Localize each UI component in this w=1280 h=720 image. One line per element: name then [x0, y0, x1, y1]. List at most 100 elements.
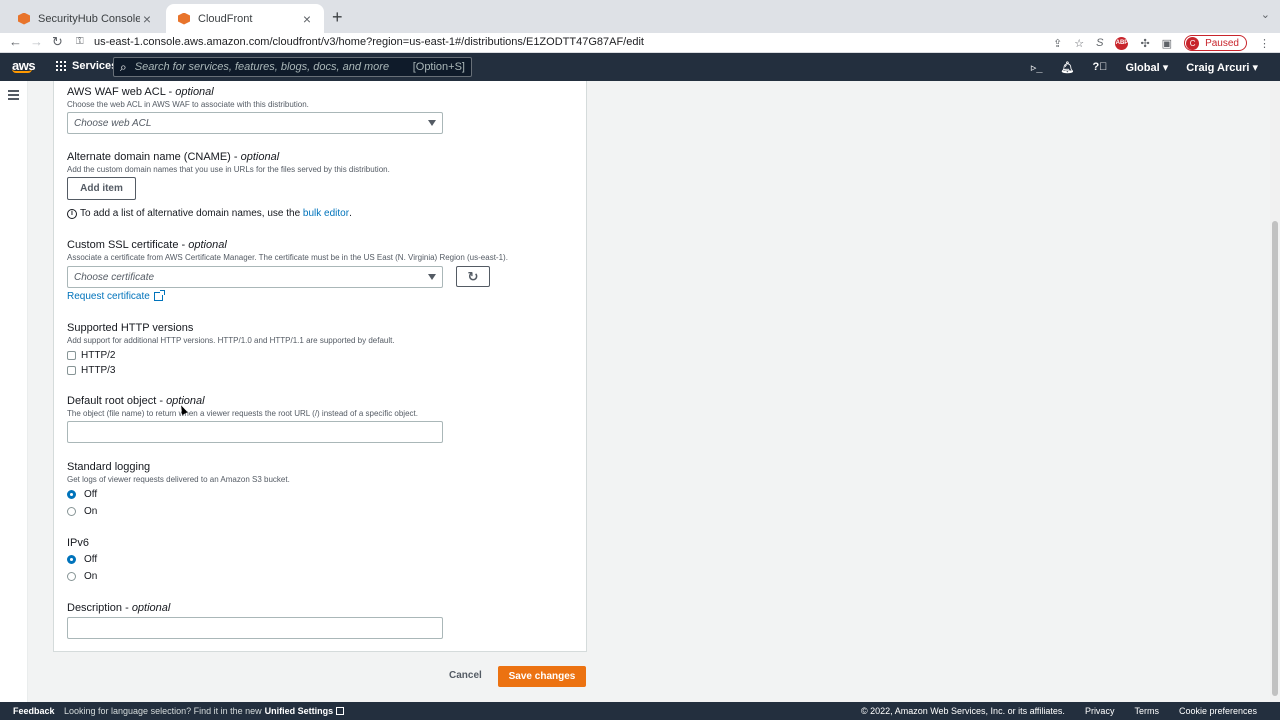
main-content [28, 81, 1270, 702]
scrollbar-thumb[interactable] [1272, 221, 1278, 696]
http3-checkbox-row[interactable]: HTTP/3 [67, 365, 115, 376]
logging-off-radio[interactable] [67, 490, 76, 499]
caret-down-icon [428, 120, 436, 126]
profile-button[interactable]: C Paused [1184, 35, 1247, 51]
waf-select-placeholder: Choose web ACL [74, 117, 152, 129]
logging-on-label: On [84, 506, 98, 517]
waf-description: Choose the web ACL in AWS WAF to associa… [67, 100, 309, 109]
page-scrollbar[interactable] [1270, 81, 1280, 702]
close-tab-icon[interactable]: × [140, 11, 154, 27]
header-right-controls: ▹_ 🔔︎ ?⃝ Global ▾ Craig Arcuri ▾ [1031, 53, 1258, 81]
ipv6-on-radio[interactable] [67, 572, 76, 581]
reload-icon[interactable]: ↻ [52, 34, 63, 50]
cancel-button[interactable]: Cancel [449, 670, 482, 681]
user-name: Craig Arcuri [1186, 61, 1250, 74]
logging-off-label: Off [84, 489, 98, 500]
http3-label: HTTP/3 [81, 365, 116, 376]
ipv6-off-label: Off [84, 554, 98, 565]
extension-s-icon[interactable]: S [1096, 37, 1103, 49]
aws-favicon-icon [178, 12, 190, 25]
help-icon[interactable]: ?⃝ [1092, 61, 1107, 73]
logging-on-radio[interactable] [67, 507, 76, 516]
ipv6-on-label: On [84, 571, 98, 582]
lock-icon[interactable]: ⚿ [76, 36, 84, 47]
cloudshell-icon[interactable]: ▹_ [1031, 61, 1043, 74]
root-object-description: The object (file name) to return when a … [67, 409, 418, 418]
browser-tab-cloudfront[interactable]: CloudFront × [166, 4, 324, 33]
external-link-icon [153, 290, 165, 301]
privacy-link[interactable]: Privacy [1085, 706, 1115, 716]
grid-icon [56, 61, 66, 71]
http3-checkbox[interactable] [67, 366, 76, 375]
logging-off-option[interactable]: Off [67, 489, 97, 500]
refresh-certificates-button[interactable]: ↻ [456, 266, 490, 287]
unified-settings-link[interactable]: Unified Settings [265, 706, 334, 716]
feedback-link[interactable]: Feedback [13, 706, 55, 716]
cname-label: Alternate domain name (CNAME) - optional [67, 151, 280, 163]
ssl-label: Custom SSL certificate - optional [67, 239, 227, 251]
kebab-menu-icon[interactable]: ⋮ [1259, 37, 1270, 50]
http-versions-label: Supported HTTP versions [67, 322, 194, 334]
side-navigation-rail [0, 81, 28, 702]
services-menu-button[interactable]: Services [56, 60, 117, 72]
request-certificate-link[interactable]: Request certificate [67, 290, 165, 302]
side-panel-icon[interactable]: ▣ [1162, 37, 1172, 50]
http2-checkbox[interactable] [67, 351, 76, 360]
account-menu[interactable]: Craig Arcuri ▾ [1186, 61, 1258, 74]
hamburger-menu-icon[interactable] [8, 90, 19, 102]
description-input[interactable] [67, 617, 443, 639]
search-input[interactable]: ⌕ Search for services, features, blogs, … [113, 57, 472, 77]
adblock-icon[interactable]: ABP [1115, 36, 1129, 50]
ipv6-on-option[interactable]: On [67, 571, 97, 582]
external-link-icon [336, 707, 345, 715]
language-notice-text: Looking for language selection? Find it … [64, 706, 262, 716]
notifications-bell-icon[interactable]: 🔔︎ [1060, 61, 1074, 74]
address-bar[interactable]: us-east-1.console.aws.amazon.com/cloudfr… [94, 36, 644, 48]
logging-label: Standard logging [67, 461, 151, 473]
browser-tab-securityhub[interactable]: SecurityHub Console × [6, 4, 164, 33]
terms-link[interactable]: Terms [1134, 706, 1159, 716]
bulk-editor-info-text: To add a list of alternative domain name… [80, 208, 301, 219]
waf-label: AWS WAF web ACL - optional [67, 86, 214, 98]
language-notice: Looking for language selection? Find it … [64, 706, 345, 716]
root-object-input[interactable] [67, 421, 443, 443]
back-icon[interactable]: ← [9, 34, 22, 49]
request-certificate-text: Request certificate [67, 291, 150, 302]
region-selector[interactable]: Global ▾ [1125, 61, 1168, 74]
aws-logo[interactable]: aws [12, 58, 36, 73]
ipv6-off-radio[interactable] [67, 555, 76, 564]
new-tab-icon[interactable]: + [332, 7, 343, 28]
tab-title: CloudFront [198, 12, 253, 25]
logging-description: Get logs of viewer requests delivered to… [67, 475, 290, 484]
aws-favicon-icon [18, 12, 30, 25]
refresh-icon: ↻ [467, 268, 479, 284]
share-icon[interactable]: ⇪ [1053, 37, 1062, 50]
caret-down-icon [428, 274, 436, 280]
ipv6-label: IPv6 [67, 537, 90, 549]
search-icon: ⌕ [120, 59, 127, 74]
waf-web-acl-select[interactable]: Choose web ACL [67, 112, 443, 134]
copyright-text: © 2022, Amazon Web Services, Inc. or its… [861, 706, 1065, 716]
profile-status: Paused [1205, 37, 1239, 49]
chevron-down-icon[interactable]: ⌄ [1261, 8, 1270, 21]
add-item-button[interactable]: Add item [67, 177, 136, 200]
logging-on-option[interactable]: On [67, 506, 97, 517]
cookie-preferences-link[interactable]: Cookie preferences [1179, 706, 1257, 716]
aws-console-header: aws Services ⌕ Search for services, feat… [0, 53, 1280, 81]
bulk-editor-info: i To add a list of alternative domain na… [67, 208, 352, 219]
browser-actions: ⇪ ☆ S ABP ✣ ▣ C Paused ⋮ [1053, 33, 1270, 53]
search-shortcut: [Option+S] [412, 61, 465, 73]
ssl-certificate-select[interactable]: Choose certificate [67, 266, 443, 288]
save-changes-button[interactable]: Save changes [498, 666, 586, 687]
close-tab-icon[interactable]: × [300, 11, 314, 27]
description-label: Description - optional [67, 602, 171, 614]
ipv6-off-option[interactable]: Off [67, 554, 97, 565]
bookmark-star-icon[interactable]: ☆ [1074, 37, 1084, 50]
http2-checkbox-row[interactable]: HTTP/2 [67, 350, 115, 361]
info-suffix: . [349, 208, 352, 219]
region-label: Global [1125, 61, 1160, 74]
aws-logo-text: aws [12, 58, 36, 73]
forward-icon[interactable]: → [30, 34, 43, 49]
bulk-editor-link[interactable]: bulk editor [303, 208, 349, 219]
extensions-puzzle-icon[interactable]: ✣ [1140, 37, 1149, 50]
